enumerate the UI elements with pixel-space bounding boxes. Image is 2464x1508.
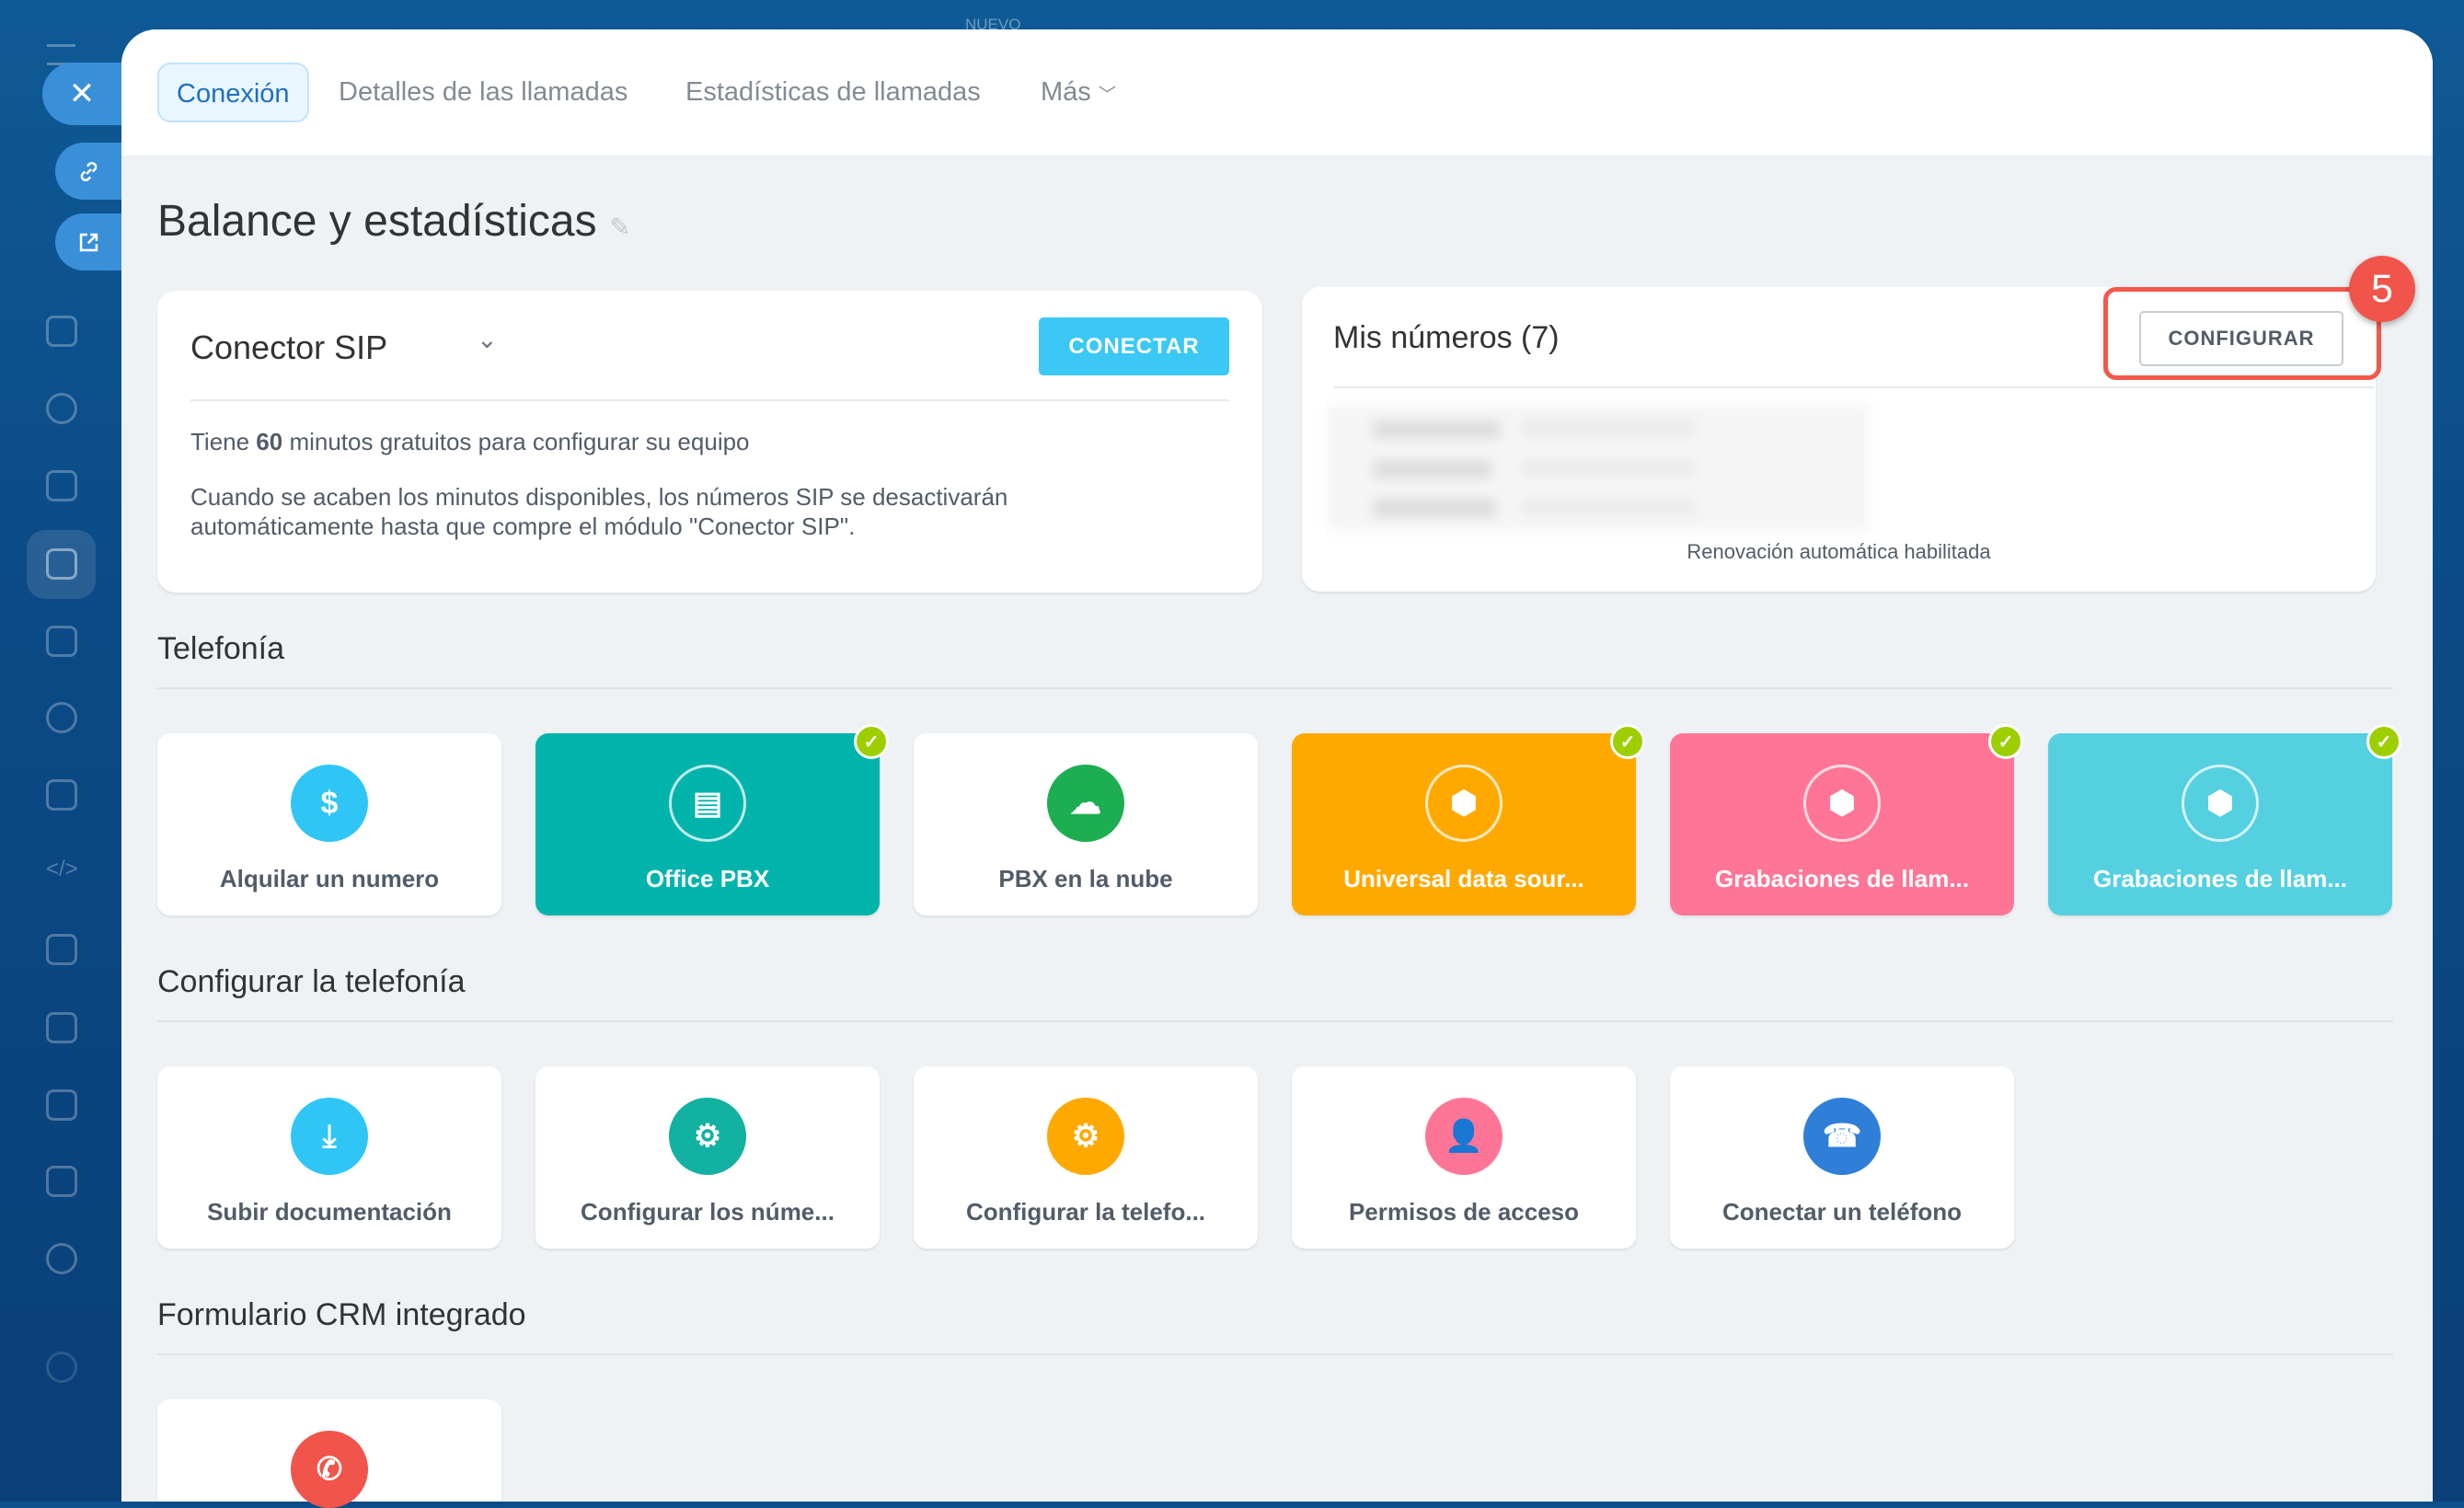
- sidebar-chat-icon[interactable]: [46, 393, 77, 424]
- sidebar-code-icon[interactable]: </>: [46, 857, 78, 888]
- external-link-icon: [79, 233, 98, 251]
- my-numbers-title: Mis números (7): [1333, 320, 1560, 355]
- divider: [190, 399, 1229, 401]
- sidebar-target-icon[interactable]: [46, 1243, 77, 1274]
- sidebar-box-icon[interactable]: [46, 1166, 77, 1197]
- app-tile[interactable]: ⬢ Grabaciones de llam... ✓: [2048, 724, 2401, 915]
- check-badge-icon: ✓: [1988, 724, 2023, 759]
- tab-more[interactable]: Más ﹀: [1041, 63, 1116, 122]
- page-title-text: Balance y estadísticas: [157, 197, 597, 246]
- check-badge-icon: ✓: [2366, 724, 2401, 759]
- pbx-server-icon: ▤: [669, 765, 746, 842]
- section-title: Configurar la telefonía: [157, 964, 466, 999]
- cloud-server-icon: ☁: [1047, 765, 1124, 842]
- sidebar-contact-icon[interactable]: [46, 1089, 77, 1121]
- tile-label: Permisos de acceso: [1348, 1198, 1580, 1226]
- tile-label: PBX en la nube: [998, 865, 1173, 892]
- tile-label: Alquilar un numero: [219, 865, 440, 892]
- app-tile[interactable]: ▤ Office PBX ✓: [535, 724, 889, 915]
- section-divider: [157, 687, 2393, 689]
- free-minutes-text: Tiene 60 minutos gratuitos para configur…: [190, 428, 750, 455]
- sip-connector-card: Conector SIP ⌄ CONECTAR Tiene 60 minutos…: [157, 291, 1262, 593]
- tab-call-details[interactable]: Detalles de las llamadas: [339, 63, 628, 122]
- phone-plug-icon: ☎: [1803, 1098, 1881, 1175]
- server-gear-icon: ⚙: [1047, 1098, 1124, 1175]
- pin-icon[interactable]: ✎: [610, 213, 631, 241]
- my-numbers-card: Mis números (7) CONFIGURAR 5 Renovación …: [1302, 256, 2415, 592]
- tab-bar: Conexión Detalles de las llamadas Estadí…: [121, 29, 2433, 155]
- phone-gear-icon: ⚙: [669, 1098, 746, 1175]
- sidebar-sites-icon[interactable]: [46, 626, 77, 657]
- app-tile[interactable]: ⚙ Configurar la telefo...: [914, 1066, 1258, 1249]
- sidebar-docs-icon[interactable]: [46, 1012, 77, 1043]
- tile-label: Universal data sour...: [1343, 865, 1584, 892]
- check-badge-icon: ✓: [854, 724, 889, 759]
- section-divider: [157, 1353, 2393, 1355]
- app-tile[interactable]: ✆: [157, 1399, 501, 1508]
- tile-label: Grabaciones de llam...: [2093, 865, 2347, 892]
- sidebar-robot-icon[interactable]: [46, 934, 77, 965]
- tile-label: Subir documentación: [207, 1198, 452, 1226]
- tile-label: Grabaciones de llam...: [1715, 865, 1969, 892]
- phone-icon: ✆: [291, 1431, 368, 1508]
- sidebar-settings-icon[interactable]: [46, 1352, 77, 1383]
- tab-call-statistics[interactable]: Estadísticas de llamadas: [685, 63, 981, 122]
- app-tile[interactable]: $ Alquilar un numero: [157, 733, 501, 915]
- app-tile[interactable]: ☁ PBX en la nube: [914, 733, 1258, 915]
- user-lock-icon: 👤: [1425, 1098, 1503, 1175]
- close-button[interactable]: ✕: [42, 63, 121, 125]
- tile-label: Configurar los núme...: [581, 1198, 835, 1226]
- sip-connector-title: Conector SIP: [190, 328, 388, 366]
- section-divider: [157, 1020, 2393, 1022]
- sidebar-crm-icon[interactable]: [46, 548, 77, 580]
- highlight-frame: [2103, 287, 2381, 380]
- tile-label: Configurar la telefo...: [965, 1198, 1206, 1226]
- check-badge-icon: ✓: [1610, 724, 1645, 759]
- box-icon: ⬢: [2182, 765, 2259, 842]
- connect-button[interactable]: CONECTAR: [1039, 317, 1229, 375]
- open-new-window-button[interactable]: [55, 213, 121, 271]
- phone-dollar-icon: $: [291, 765, 368, 842]
- tile-label: Office PBX: [645, 865, 770, 892]
- section-title: Formulario CRM integrado: [157, 1297, 526, 1332]
- tab-more-label: Más: [1041, 77, 1091, 107]
- sidebar-calendar-icon[interactable]: [46, 779, 77, 811]
- box-icon: ⬢: [1803, 765, 1881, 842]
- step-badge: 5: [2349, 256, 2415, 322]
- sidebar-tasks-icon[interactable]: [46, 470, 77, 501]
- close-icon: ✕: [68, 76, 96, 111]
- upload-document-icon: ⤓: [291, 1098, 368, 1175]
- telephony-panel: Conexión Detalles de las llamadas Estadí…: [121, 29, 2433, 1508]
- divider: [1333, 386, 2374, 388]
- copy-link-button[interactable]: [55, 143, 121, 200]
- box-icon: ⬢: [1425, 765, 1503, 842]
- sidebar-shop-icon[interactable]: [46, 702, 77, 733]
- app-tile[interactable]: ⚙ Configurar los núme...: [535, 1066, 880, 1249]
- page-title: Balance y estadísticas ✎: [157, 196, 630, 247]
- app-tile[interactable]: ⤓ Subir documentación: [157, 1066, 501, 1249]
- app-tile[interactable]: ⬢ Universal data sour... ✓: [1292, 724, 1645, 915]
- tab-conexion[interactable]: Conexión: [157, 63, 309, 122]
- auto-renewal-status: Renovación automática habilitada: [1687, 540, 1991, 563]
- app-window: NUEVO </> ✕ Conexión Detalles de las lla…: [0, 0, 2464, 1508]
- deactivation-note: Cuando se acaben los minutos disponibles…: [190, 483, 1008, 540]
- chevron-down-icon[interactable]: ⌄: [477, 326, 498, 354]
- sidebar-feed-icon[interactable]: [46, 316, 77, 347]
- app-tile[interactable]: 👤 Permisos de acceso: [1292, 1066, 1636, 1249]
- app-tile[interactable]: ⬢ Grabaciones de llam... ✓: [1670, 724, 2023, 915]
- link-icon: [80, 161, 97, 181]
- tile-label: Conectar un teléfono: [1721, 1198, 1962, 1226]
- section-title: Telefonía: [157, 631, 284, 666]
- chevron-down-icon: ﹀: [1098, 86, 1116, 105]
- app-tile[interactable]: ☎ Conectar un teléfono: [1670, 1066, 2014, 1249]
- blurred-numbers-list: [1327, 405, 1869, 531]
